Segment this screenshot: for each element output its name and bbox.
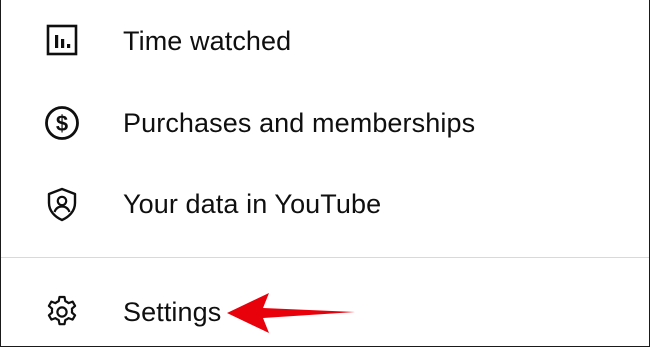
menu-item-label: Purchases and memberships	[123, 108, 476, 138]
menu-item-your-data[interactable]: Your data in YouTube	[1, 172, 649, 236]
menu-item-label: Time watched	[123, 26, 292, 56]
bar-chart-icon	[43, 22, 81, 60]
gear-icon	[43, 293, 81, 331]
dollar-circle-icon: $	[43, 104, 81, 142]
divider	[1, 257, 649, 258]
account-menu: Time watched $ Purchases and memberships…	[0, 0, 650, 347]
menu-item-label: Settings	[123, 297, 222, 327]
user-shield-icon	[43, 185, 81, 223]
red-arrow-annotation	[227, 293, 355, 333]
menu-item-time-watched[interactable]: Time watched	[1, 9, 649, 73]
svg-text:$: $	[56, 111, 68, 136]
menu-item-purchases-and-memberships[interactable]: $ Purchases and memberships	[1, 91, 649, 155]
menu-item-label: Your data in YouTube	[123, 189, 382, 219]
